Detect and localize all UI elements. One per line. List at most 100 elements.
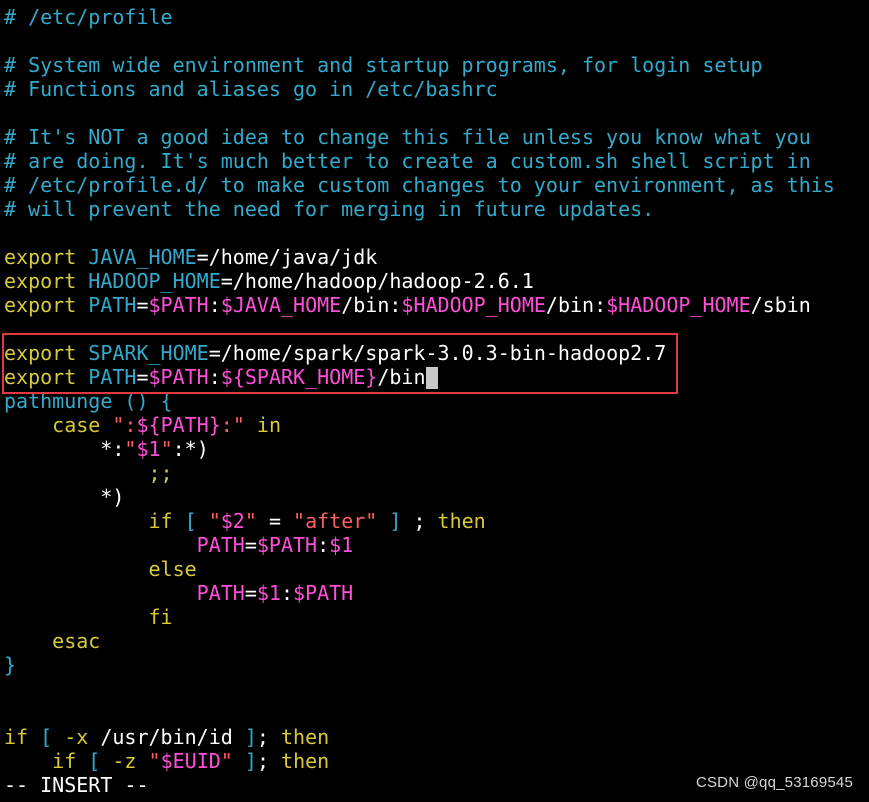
- code-token: =/home/spark/spark-3.0.3-bin-hadoop2.7: [208, 341, 667, 365]
- code-token: # System wide environment and startup pr…: [4, 53, 763, 77]
- code-token: $2: [220, 509, 245, 533]
- code-line: export PATH=$PATH:$JAVA_HOME/bin:$HADOOP…: [4, 293, 869, 317]
- code-token: fi: [148, 605, 173, 629]
- code-token: then: [437, 509, 486, 533]
- code-token: $HADOOP_HOME: [401, 293, 546, 317]
- code-token: $EUID: [160, 749, 221, 773]
- code-token: # It's NOT a good idea to change this fi…: [4, 125, 811, 149]
- code-line: *): [4, 485, 869, 509]
- code-token: # are doing. It's much better to create …: [4, 149, 811, 173]
- code-token: ": [124, 437, 137, 461]
- code-token: *): [4, 485, 125, 509]
- code-token: PATH: [196, 581, 245, 605]
- code-token: ": [160, 437, 173, 461]
- code-token: ]: [244, 749, 257, 773]
- code-token: if: [4, 725, 29, 749]
- code-token: ${PATH}: [136, 413, 221, 437]
- code-token: :: [280, 581, 294, 605]
- code-line: # /etc/profile.d/ to make custom changes…: [4, 173, 869, 197]
- code-token: [: [76, 749, 113, 773]
- code-line: else: [4, 557, 869, 581]
- code-token: ]: [377, 509, 414, 533]
- code-line: # will prevent the need for merging in f…: [4, 197, 869, 221]
- code-token: export: [4, 293, 77, 317]
- code-token: $JAVA_HOME: [220, 293, 342, 317]
- code-token: =: [136, 365, 149, 389]
- code-line: esac: [4, 629, 869, 653]
- code-token: ;;: [148, 461, 173, 485]
- code-token: :: [208, 365, 221, 389]
- code-token: if: [52, 749, 77, 773]
- code-token: =: [244, 581, 257, 605]
- code-token: ${SPARK_HOME}: [220, 365, 378, 389]
- code-token: [: [28, 725, 65, 749]
- code-line: if [ -z "$EUID" ]; then: [4, 749, 869, 773]
- code-token: /bin:: [341, 293, 402, 317]
- code-token: /bin: [377, 365, 426, 389]
- code-token: =: [256, 509, 294, 533]
- code-token: $1: [329, 533, 354, 557]
- code-token: export: [4, 269, 77, 293]
- code-token: -x: [64, 725, 89, 749]
- code-line: export PATH=$PATH:${SPARK_HOME}/bin: [4, 365, 869, 389]
- code-token: else: [148, 557, 197, 581]
- code-token: =: [244, 533, 257, 557]
- code-token: ": [244, 509, 257, 533]
- code-token: PATH: [88, 293, 137, 317]
- code-token: $1: [136, 437, 161, 461]
- code-line: *:"$1":*): [4, 437, 869, 461]
- code-line: export JAVA_HOME=/home/java/jdk: [4, 245, 869, 269]
- code-line: }: [4, 653, 869, 677]
- code-token: :*): [172, 437, 209, 461]
- code-token: export: [4, 365, 77, 389]
- code-token: then: [281, 749, 330, 773]
- text-cursor: [425, 367, 438, 389]
- code-token: :: [208, 293, 221, 317]
- code-token: }: [4, 653, 17, 677]
- editor-buffer[interactable]: # /etc/profile # System wide environment …: [4, 5, 869, 773]
- code-line: fi: [4, 605, 869, 629]
- code-line: if [ "$2" = "after" ] ; then: [4, 509, 869, 533]
- code-line: if [ -x /usr/bin/id ]; then: [4, 725, 869, 749]
- code-token: export: [4, 341, 77, 365]
- code-line: # System wide environment and startup pr…: [4, 53, 869, 77]
- code-token: esac: [52, 629, 101, 653]
- code-token: -z: [112, 749, 137, 773]
- code-token: =/home/java/jdk: [196, 245, 378, 269]
- csdn-watermark: CSDN @qq_53169545: [695, 774, 853, 791]
- code-token: $PATH: [148, 365, 209, 389]
- code-token: then: [281, 725, 330, 749]
- code-token: export: [4, 245, 77, 269]
- code-token: :: [317, 533, 330, 557]
- code-line: case ":${PATH}:" in: [4, 413, 869, 437]
- code-token: if: [148, 509, 173, 533]
- code-token: # /etc/profile.d/ to make custom changes…: [4, 173, 835, 197]
- code-token: PATH: [88, 365, 137, 389]
- code-token: # will prevent the need for merging in f…: [4, 197, 655, 221]
- code-line: PATH=$PATH:$1: [4, 533, 869, 557]
- code-token: JAVA_HOME: [88, 245, 197, 269]
- code-line: # Functions and aliases go in /etc/bashr…: [4, 77, 869, 101]
- code-token: HADOOP_HOME: [88, 269, 221, 293]
- code-token: SPARK_HOME: [88, 341, 209, 365]
- code-token: ": [208, 509, 221, 533]
- code-token: =/home/hadoop/hadoop-2.6.1: [220, 269, 534, 293]
- code-line: export HADOOP_HOME=/home/hadoop/hadoop-2…: [4, 269, 869, 293]
- code-token: /usr/bin/id: [88, 725, 245, 749]
